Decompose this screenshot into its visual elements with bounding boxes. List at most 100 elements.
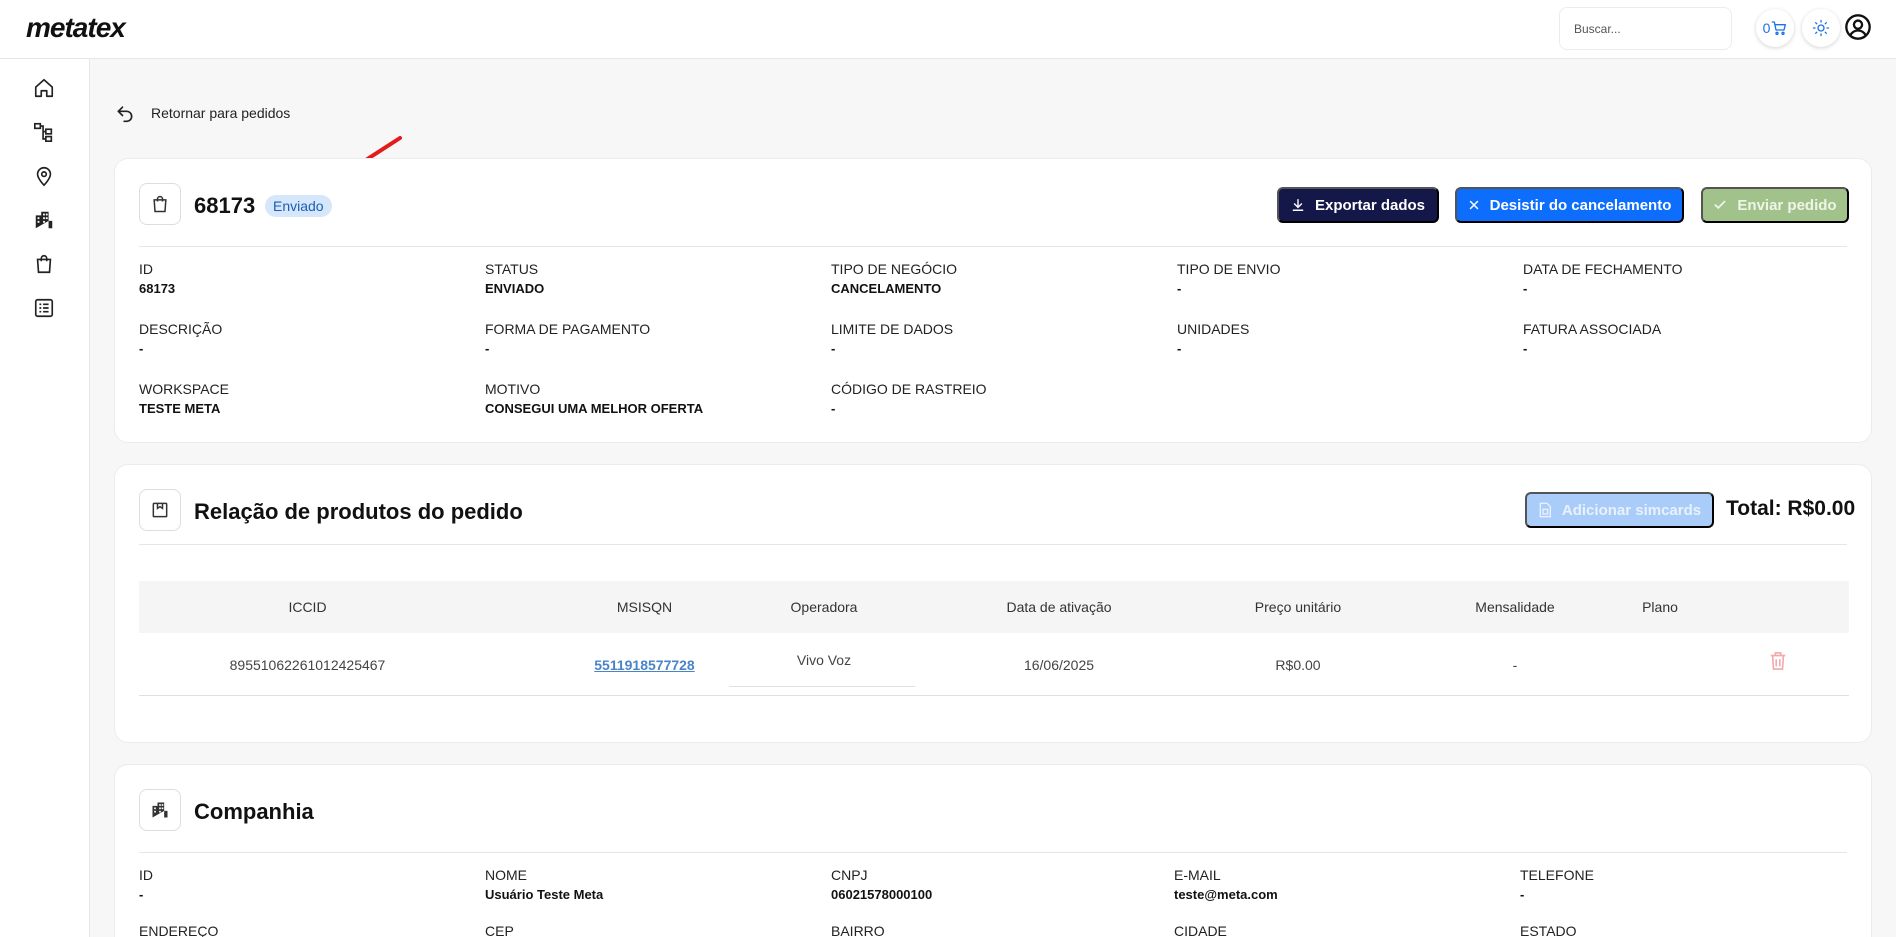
company-field-zip: CEP	[485, 923, 514, 937]
field-associated-invoice: FATURA ASSOCIADA -	[1523, 321, 1661, 356]
abandon-cancellation-label: Desistir do cancelamento	[1489, 196, 1672, 214]
field-value: 68173	[139, 281, 176, 296]
field-value: -	[1177, 281, 1182, 296]
field-label: ESTADO	[1520, 923, 1577, 937]
order-id-title: 68173	[194, 193, 256, 218]
field-value: -	[139, 887, 144, 902]
field-units: UNIDADES -	[1177, 321, 1249, 356]
cell-unit-price: R$0.00	[1275, 657, 1321, 673]
sidebar-item-hierarchy[interactable]	[30, 118, 58, 146]
send-order-label: Enviar pedido	[1737, 196, 1837, 214]
company-field-city: CIDADE	[1174, 923, 1227, 937]
field-value: -	[1523, 341, 1528, 356]
field-value: -	[831, 401, 836, 416]
sidebar-item-home[interactable]	[30, 74, 58, 102]
field-closing-date: DATA DE FECHAMENTO -	[1523, 261, 1682, 296]
building-icon	[152, 802, 168, 818]
field-data-limit: LIMITE DE DADOS -	[831, 321, 953, 356]
operator-underline	[729, 686, 915, 687]
add-simcards-label: Adicionar simcards	[1561, 501, 1702, 519]
company-field-email: E-MAIL teste@meta.com	[1174, 867, 1278, 902]
field-label: NOME	[485, 867, 527, 883]
column-header-unit-price[interactable]: Preço unitário	[1201, 581, 1395, 633]
user-account-button[interactable]	[1843, 12, 1873, 42]
column-header-activation-date[interactable]: Data de ativação	[917, 581, 1201, 633]
app-logo[interactable]: metatex	[26, 12, 126, 44]
products-icon-box	[139, 489, 181, 531]
shopping-bag-icon	[153, 195, 167, 213]
field-label: CEP	[485, 923, 514, 937]
company-card: Companhia ID - NOME Usuário Teste Meta CNP…	[114, 764, 1872, 937]
search-input[interactable]	[1559, 7, 1732, 50]
company-field-phone: TELEFONE -	[1520, 867, 1594, 902]
add-simcards-button[interactable]: Adicionar simcards	[1525, 492, 1714, 528]
field-shipping-type: TIPO DE ENVIO -	[1177, 261, 1280, 296]
field-label: CÓDIGO DE RASTREIO	[831, 381, 987, 397]
field-value: ENVIADO	[485, 281, 545, 296]
field-label: WORKSPACE	[139, 381, 229, 397]
abandon-cancellation-button[interactable]: Desistir do cancelamento	[1455, 187, 1684, 223]
back-to-orders-link[interactable]: Retornar para pedidos	[115, 103, 290, 123]
building-icon	[35, 211, 53, 229]
field-value: 06021578000100	[831, 887, 933, 902]
simcard-icon	[1539, 502, 1551, 518]
sidebar-item-orders[interactable]	[30, 250, 58, 278]
field-value: teste@meta.com	[1174, 887, 1278, 902]
order-details-card: 68173 Enviado Exportar dados Desistir do…	[114, 158, 1872, 443]
field-reason: MOTIVO CONSEGUI UMA MELHOR OFERTA	[485, 381, 703, 416]
field-label: ID	[139, 867, 153, 883]
export-data-label: Exportar dados	[1314, 196, 1426, 214]
field-workspace: WORKSPACE TESTE META	[139, 381, 229, 416]
company-icon-box	[139, 789, 181, 831]
theme-toggle-button[interactable]	[1802, 9, 1840, 47]
cart-icon	[1772, 21, 1787, 35]
field-value: -	[831, 341, 836, 356]
company-field-id: ID -	[139, 867, 153, 902]
download-icon	[1292, 199, 1304, 211]
home-icon	[34, 78, 54, 98]
sun-icon	[1812, 19, 1830, 37]
export-data-button[interactable]: Exportar dados	[1277, 187, 1439, 223]
close-icon	[1469, 200, 1478, 210]
sidebar-item-locations[interactable]	[30, 162, 58, 190]
field-label: CNPJ	[831, 867, 868, 883]
company-field-address: ENDEREÇO	[139, 923, 218, 937]
box-icon	[152, 502, 168, 518]
field-label: TIPO DE ENVIO	[1177, 261, 1281, 277]
column-header-plan[interactable]: Plano	[1577, 581, 1743, 633]
field-business-type: TIPO DE NEGÓCIO CANCELAMENTO	[831, 261, 957, 296]
row-divider	[139, 695, 1849, 696]
sidebar-item-reports[interactable]	[30, 294, 58, 322]
sidebar-item-companies[interactable]	[30, 206, 58, 234]
company-field-name: NOME Usuário Teste Meta	[485, 867, 603, 902]
column-header-iccid[interactable]: ICCID	[139, 581, 476, 633]
field-value: -	[139, 341, 144, 356]
field-tracking-code: CÓDIGO DE RASTREIO -	[831, 381, 987, 416]
cell-iccid: 89551062261012425467	[229, 657, 386, 673]
company-title: Companhia	[194, 799, 314, 824]
company-field-cnpj: CNPJ 06021578000100	[831, 867, 932, 902]
divider	[139, 246, 1847, 247]
cell-operator: Vivo Voz	[796, 652, 852, 668]
column-header-operator[interactable]: Operadora	[731, 581, 917, 633]
field-label: E-MAIL	[1174, 867, 1221, 883]
field-label: ENDEREÇO	[139, 923, 219, 937]
cart-button[interactable]: 0	[1756, 9, 1794, 47]
divider	[139, 852, 1847, 853]
products-table-header: ICCID MSISQN Operadora Data de ativação …	[139, 581, 1849, 633]
order-products-card: Relação de produtos do pedido Adicionar …	[114, 464, 1872, 743]
hierarchy-icon	[34, 122, 53, 142]
field-label: TIPO DE NEGÓCIO	[831, 261, 958, 277]
divider	[139, 544, 1847, 545]
top-bar: metatex 0	[0, 0, 1896, 59]
delete-row-trash-icon[interactable]	[1769, 651, 1787, 671]
field-status: STATUS ENVIADO	[485, 261, 544, 296]
field-label: UNIDADES	[1177, 321, 1250, 337]
list-document-icon	[34, 298, 54, 318]
field-value: -	[1520, 887, 1525, 902]
send-order-button[interactable]: Enviar pedido	[1701, 187, 1849, 223]
order-total: Total: R$0.00	[1726, 497, 1856, 520]
field-value: -	[1177, 341, 1182, 356]
field-label: DESCRIÇÃO	[139, 321, 223, 337]
check-icon	[1714, 200, 1726, 210]
